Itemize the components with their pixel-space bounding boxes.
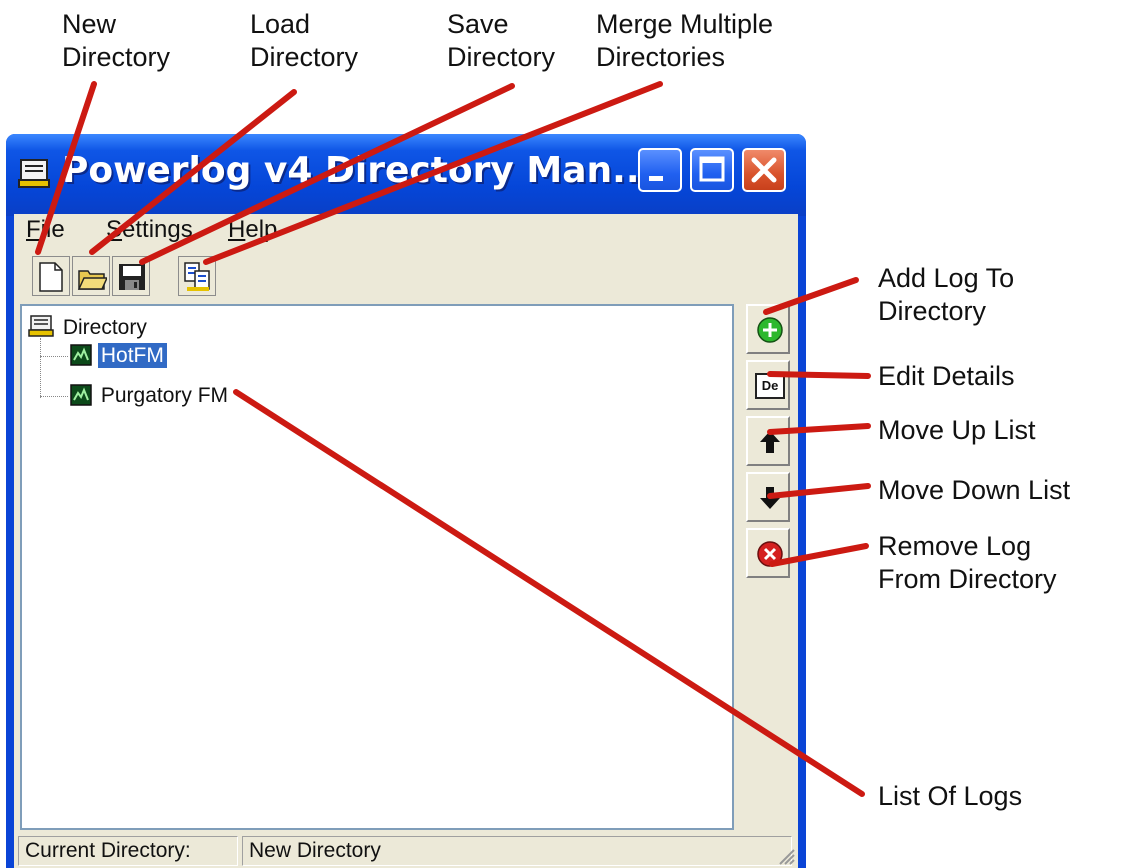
title-bar[interactable]: Powerlog v4 Directory Man... [6,134,806,216]
callout-merge-directories: Merge Multiple Directories [596,9,774,72]
remove-log-button[interactable] [746,528,790,578]
window-title: Powerlog v4 Directory Man... [62,150,654,191]
callout-add-log: Add Log To Directory [878,263,1015,326]
menu-bar: File Settings Help [14,214,798,254]
callout-save-directory: Save Directory [447,9,556,72]
close-icon [751,157,777,183]
app-icon [18,159,50,188]
callout-remove-log: Remove Log From Directory [878,531,1057,594]
status-bar: Current Directory: New Directory [14,832,798,868]
resize-grip-icon[interactable] [774,844,796,866]
save-directory-button[interactable] [112,256,150,296]
minimize-button[interactable] [638,148,682,192]
menu-help[interactable]: Help [228,216,277,244]
floppy-disk-icon [119,264,145,290]
details-icon: De [755,373,785,399]
callout-list-of-logs: List Of Logs [878,781,1023,811]
remove-icon [757,541,783,567]
move-down-button[interactable] [746,472,790,522]
tree-root-label: Directory [62,316,147,339]
merge-icon [184,262,210,291]
tree-item-hotfm[interactable]: HotFM [70,342,168,369]
maximize-button[interactable] [690,148,734,192]
callout-load-directory: Load Directory [250,9,359,72]
directory-icon [28,315,54,337]
tree-connector [40,356,68,357]
add-icon [757,317,783,343]
callout-move-down: Move Down List [878,475,1071,505]
tree-connector [40,396,68,397]
tree-connector [40,338,41,398]
tree-root-directory[interactable]: Directory [28,314,150,340]
load-directory-button[interactable] [72,256,110,296]
log-icon [70,384,92,406]
menu-settings[interactable]: Settings [106,216,193,244]
new-file-icon [39,262,63,292]
window-client-area: File Settings Help Directory HotFM Purga… [14,214,798,868]
status-current-directory: New Directory [242,836,792,866]
add-log-button[interactable] [746,304,790,354]
status-label: Current Directory: [18,836,238,866]
toolbar [14,254,798,298]
maximize-icon [699,156,725,182]
move-up-button[interactable] [746,416,790,466]
minimize-icon [649,176,663,181]
arrow-down-icon [760,487,780,509]
directory-manager-window: Powerlog v4 Directory Man... File Settin… [6,134,806,868]
tree-item-purgatory-fm[interactable]: Purgatory FM [70,384,231,408]
tree-item-label: HotFM [96,342,168,369]
merge-directories-button[interactable] [178,256,216,296]
edit-details-button[interactable]: De [746,360,790,410]
callout-move-up: Move Up List [878,415,1036,445]
open-folder-icon [77,270,107,290]
log-tree-view[interactable]: Directory HotFM Purgatory FM [20,304,734,830]
arrow-up-icon [760,431,780,453]
callout-edit-details: Edit Details [878,361,1015,391]
close-button[interactable] [742,148,786,192]
callout-new-directory: New Directory [62,9,171,72]
log-icon [70,344,92,366]
menu-file[interactable]: File [26,216,65,244]
tree-item-label: Purgatory FM [100,384,229,407]
new-directory-button[interactable] [32,256,70,296]
